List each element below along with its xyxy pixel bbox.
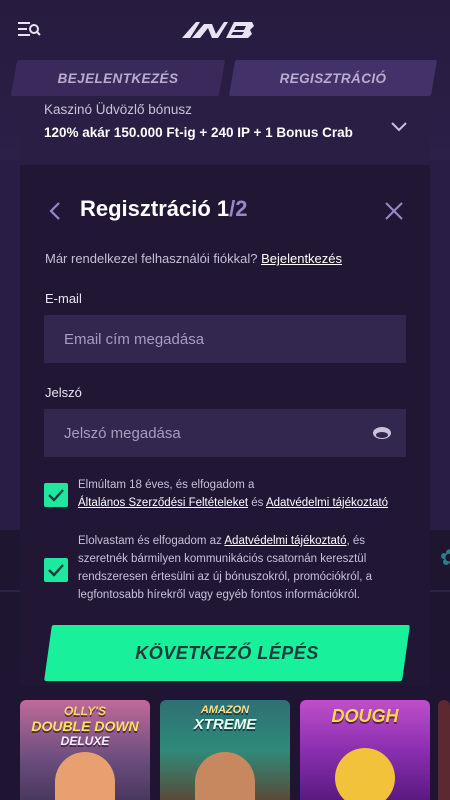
have-account-text: Már rendelkezel felhasználói fiókkal? Be… [45, 251, 342, 266]
marketing-intro: Elolvastam és elfogadom az [78, 535, 222, 547]
privacy-link[interactable]: Adatvédelmi tájékoztató [266, 497, 388, 509]
game-character-image [55, 752, 115, 800]
login-link[interactable]: Bejelentkezés [261, 251, 342, 266]
close-icon[interactable] [384, 201, 404, 221]
modal-title: Regisztráció 1/2 [80, 196, 248, 222]
game-tile-partial[interactable] [438, 700, 450, 800]
have-account-question: Már rendelkezel felhasználói fiókkal? [45, 251, 258, 266]
bonus-label: Kaszinó Üdvözlő bónusz [44, 102, 192, 117]
menu-search-icon[interactable] [18, 20, 42, 40]
game-character-image [195, 752, 255, 800]
game-title-line: XTREME [193, 716, 257, 733]
tab-login-label: BEJELENTKEZÉS [57, 70, 179, 86]
password-label: Jelszó [45, 385, 82, 400]
tab-login[interactable]: BEJELENTKEZÉS [10, 60, 226, 96]
terms-text: Elmúltam 18 éves, és elfogadom a Általán… [78, 476, 410, 512]
bonus-value: 120% akár 150.000 Ft-ig + 240 IP + 1 Bon… [44, 125, 353, 140]
checkmark-icon [48, 489, 64, 502]
terms-and: és [251, 497, 264, 509]
tab-register[interactable]: REGISZTRÁCIÓ [228, 60, 438, 96]
top-bar [0, 0, 450, 62]
game-tile[interactable]: OLLY'S DOUBLE DOWN DELUXE [20, 700, 150, 800]
brand-logo[interactable] [182, 18, 258, 42]
game-title-line: AMAZON [200, 704, 250, 716]
next-step-label: KÖVETKEZŐ LÉPÉS [135, 642, 319, 663]
terms-link[interactable]: Általános Szerződési Feltételeket [78, 497, 248, 509]
tab-register-label: REGISZTRÁCIÓ [279, 70, 387, 86]
email-field[interactable] [44, 315, 406, 363]
game-title-line: DOUGH [331, 706, 399, 726]
next-step-button[interactable]: KÖVETKEZŐ LÉPÉS [44, 625, 410, 681]
gear-icon[interactable]: ✿ [440, 545, 450, 575]
game-character-image [335, 748, 395, 800]
modal-step: /2 [229, 196, 248, 221]
game-tile[interactable]: AMAZON XTREME [160, 700, 290, 800]
terms-checkbox[interactable] [44, 483, 68, 507]
game-tile[interactable]: DOUGH [300, 700, 430, 800]
back-arrow-icon[interactable] [48, 201, 62, 221]
terms-intro: Elmúltam 18 éves, és elfogadom a [78, 479, 255, 491]
checkmark-icon [48, 564, 64, 577]
registration-modal: Regisztráció 1/2 Már rendelkezel felhasz… [20, 165, 430, 685]
marketing-checkbox[interactable] [44, 558, 68, 582]
bonus-selector[interactable]: Kaszinó Üdvözlő bónusz 120% akár 150.000… [20, 96, 430, 162]
marketing-text: Elolvastam és elfogadom az Adatvédelmi t… [78, 532, 410, 604]
modal-title-text: Regisztráció 1 [80, 196, 230, 221]
marketing-privacy-link[interactable]: Adatvédelmi tájékoztató [224, 535, 346, 547]
game-title-line: OLLY'S [64, 704, 106, 718]
email-label: E-mail [45, 291, 82, 306]
game-title-line: DOUBLE DOWN [31, 718, 139, 734]
eye-icon[interactable] [372, 426, 392, 440]
game-title-line: DELUXE [60, 734, 110, 748]
password-field[interactable] [44, 409, 406, 457]
chevron-down-icon[interactable] [390, 120, 408, 132]
